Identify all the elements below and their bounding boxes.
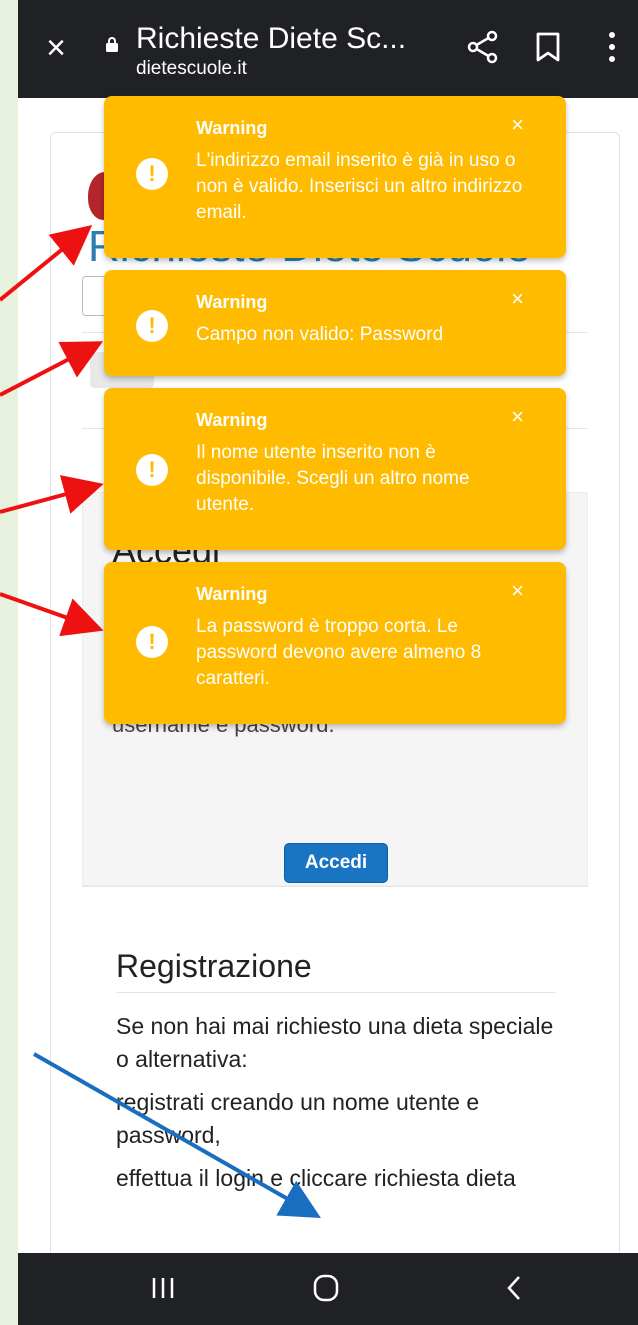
home-icon[interactable] [312, 1273, 340, 1303]
warning-icon: ! [136, 626, 168, 658]
toast-message: Il nome utente inserito non è disponibil… [196, 442, 470, 515]
browser-toolbar: × Richieste Diete Sc... dietescuole.it [18, 0, 638, 98]
close-icon[interactable]: × [511, 580, 524, 602]
warning-toast: ! Warning Il nome utente inserito non è … [104, 388, 566, 550]
lock-icon [106, 37, 118, 52]
registration-text: effettua il login e cliccare richiesta d… [116, 1165, 516, 1191]
toast-title: Warning [196, 584, 268, 604]
warning-toast: ! Warning L'indirizzo email inserito è g… [104, 96, 566, 258]
bookmark-icon[interactable] [534, 32, 562, 62]
divider [116, 992, 556, 993]
toast-message: Campo non valido: Password [196, 324, 444, 345]
phone-screen: × Richieste Diete Sc... dietescuole.it R… [18, 0, 638, 1325]
page-url[interactable]: dietescuole.it [136, 58, 247, 80]
warning-icon: ! [136, 158, 168, 190]
warning-toast: ! Warning Campo non valido: Password × [104, 270, 566, 376]
system-navbar [18, 1253, 638, 1325]
back-icon[interactable] [506, 1275, 522, 1301]
registration-text: Se non hai mai richiesto una dieta speci… [116, 1013, 554, 1072]
toast-title: Warning [196, 292, 268, 312]
close-icon[interactable]: × [511, 288, 524, 310]
toast-message: L'indirizzo email inserito è già in uso … [196, 150, 523, 223]
warning-toast: ! Warning La password è troppo corta. Le… [104, 562, 566, 724]
close-icon[interactable]: × [511, 114, 524, 136]
share-icon[interactable] [466, 30, 500, 64]
recents-icon[interactable] [150, 1275, 176, 1301]
close-icon[interactable]: × [40, 31, 72, 65]
toast-title: Warning [196, 118, 268, 138]
registration-text: registrati creando un nome utente e pass… [116, 1089, 480, 1148]
warning-icon: ! [136, 310, 168, 342]
toast-message: La password è troppo corta. Le password … [196, 616, 482, 689]
registration-title: Registrazione [116, 948, 312, 984]
login-button[interactable]: Accedi [284, 843, 388, 883]
warning-icon: ! [136, 454, 168, 486]
close-icon[interactable]: × [511, 406, 524, 428]
more-icon[interactable] [606, 30, 618, 64]
page-title: Richieste Diete Sc... [136, 22, 407, 55]
toast-title: Warning [196, 410, 268, 430]
